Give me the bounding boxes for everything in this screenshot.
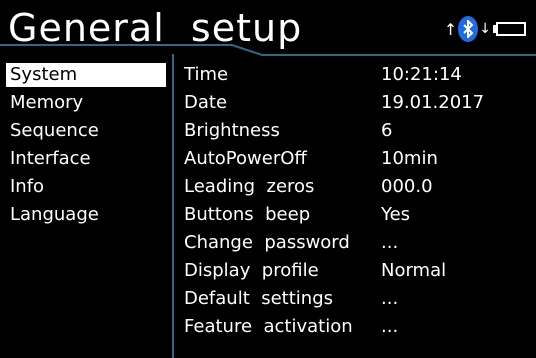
setting-row-display-profile[interactable]: Display profile Normal bbox=[184, 259, 484, 287]
page-title: General setup bbox=[8, 6, 303, 50]
setting-label: Leading zeros bbox=[184, 176, 315, 197]
setting-row-leading-zeros[interactable]: Leading zeros 000.0 bbox=[184, 175, 484, 203]
setting-label: Date bbox=[184, 92, 228, 113]
setting-value: 19.01.2017 bbox=[381, 92, 485, 113]
setting-label: Time bbox=[184, 64, 229, 85]
sidebar-item-interface[interactable]: Interface bbox=[0, 147, 172, 175]
setting-value: Normal bbox=[381, 260, 447, 281]
setting-value: ... bbox=[381, 232, 399, 253]
setting-value: 000.0 bbox=[381, 176, 433, 197]
setting-row-date[interactable]: Date 19.01.2017 bbox=[184, 91, 484, 119]
setting-label: Change password bbox=[184, 232, 350, 253]
device-screen: General setup ↑ ↓ System Memory Sequence… bbox=[0, 0, 536, 358]
setting-label: Buttons beep bbox=[184, 204, 311, 225]
setting-value: 6 bbox=[381, 120, 393, 141]
arrow-up-icon: ↑ bbox=[443, 19, 458, 39]
setting-row-change-password[interactable]: Change password ... bbox=[184, 231, 484, 259]
setting-row-autopoweroff[interactable]: AutoPowerOff 10min bbox=[184, 147, 484, 175]
setting-value: Yes bbox=[381, 204, 411, 225]
sidebar-item-system[interactable]: System bbox=[6, 63, 166, 87]
setting-label: Default settings bbox=[184, 288, 333, 309]
setting-row-default-settings[interactable]: Default settings ... bbox=[184, 287, 484, 315]
setting-row-feature-activation[interactable]: Feature activation ... bbox=[184, 315, 484, 343]
sidebar-item-sequence[interactable]: Sequence bbox=[0, 119, 172, 147]
setting-row-buttons-beep[interactable]: Buttons beep Yes bbox=[184, 203, 484, 231]
setting-label: Feature activation bbox=[184, 316, 353, 337]
sidebar-item-memory[interactable]: Memory bbox=[0, 91, 172, 119]
setting-value: ... bbox=[381, 316, 399, 337]
sidebar-item-language[interactable]: Language bbox=[0, 203, 172, 231]
setting-row-brightness[interactable]: Brightness 6 bbox=[184, 119, 484, 147]
settings-list: Time 10:21:14 Date 19.01.2017 Brightness… bbox=[184, 63, 484, 343]
battery-icon bbox=[493, 22, 526, 36]
setting-value: 10:21:14 bbox=[381, 64, 462, 85]
sidebar-item-info[interactable]: Info bbox=[0, 175, 172, 203]
arrow-down-icon: ↓ bbox=[479, 21, 491, 37]
bluetooth-icon bbox=[458, 16, 479, 42]
sidebar-divider bbox=[172, 54, 174, 358]
setting-label: Display profile bbox=[184, 260, 319, 281]
setting-value: 10min bbox=[381, 148, 438, 169]
setting-label: AutoPowerOff bbox=[184, 148, 307, 169]
status-bar: ↑ ↓ bbox=[444, 16, 526, 42]
setting-row-time[interactable]: Time 10:21:14 bbox=[184, 63, 484, 91]
sidebar-menu: System Memory Sequence Interface Info La… bbox=[0, 63, 172, 231]
setting-value: ... bbox=[381, 288, 399, 309]
setting-label: Brightness bbox=[184, 120, 280, 141]
